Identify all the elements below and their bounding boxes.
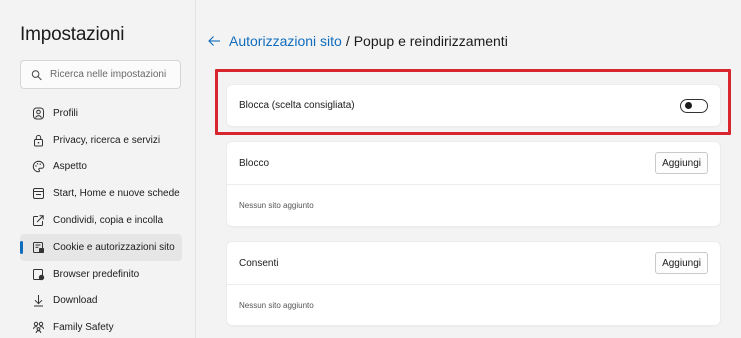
sidebar-nav: Profili Privacy, ricerca e servizi Aspet… — [20, 100, 182, 338]
family-icon — [33, 322, 44, 334]
settings-window: Impostazioni Profili — [0, 0, 741, 338]
sidebar-item-profiles[interactable]: Profili — [20, 100, 182, 127]
sidebar-item-label: Start, Home e nuove schede — [53, 188, 180, 200]
default-browser-icon — [33, 268, 45, 280]
add-allow-site-button[interactable]: Aggiungi — [655, 252, 708, 274]
lock-icon — [34, 134, 43, 147]
allow-list-card: Consenti Aggiungi Nessun sito aggiunto — [227, 242, 720, 325]
sidebar-item-label: Download — [53, 295, 98, 307]
sidebar-item-appearance[interactable]: Aspetto — [20, 154, 182, 181]
sidebar-item-share[interactable]: Condividi, copia e incolla — [20, 207, 182, 234]
block-setting-label: Blocca (scelta consigliata) — [239, 100, 355, 111]
breadcrumb-parent-link[interactable]: Autorizzazioni sito — [229, 33, 342, 49]
breadcrumb: Autorizzazioni sito / Popup e reindirizz… — [207, 33, 508, 49]
sidebar-title: Impostazioni — [20, 24, 125, 45]
back-arrow-icon[interactable] — [207, 34, 221, 48]
sidebar-item-default-browser[interactable]: Browser predefinito — [20, 261, 182, 288]
sidebar-item-label: Condividi, copia e incolla — [53, 215, 164, 227]
block-toggle[interactable] — [680, 98, 708, 113]
sidebar-item-cookies[interactable]: Cookie e autorizzazioni sito — [20, 233, 182, 261]
search-icon — [31, 69, 42, 80]
download-icon — [34, 295, 43, 307]
start-home-icon — [33, 188, 44, 200]
sidebar-item-label: Profili — [53, 107, 79, 119]
block-list-title: Blocco — [239, 157, 270, 169]
sidebar-item-label: Browser predefinito — [53, 268, 140, 280]
main-content: Autorizzazioni sito / Popup e reindirizz… — [197, 0, 741, 338]
sidebar: Impostazioni Profili — [0, 0, 196, 338]
cookie-permissions-icon — [33, 241, 44, 253]
allow-list-title: Consenti — [239, 257, 279, 269]
sidebar-item-family-safety[interactable]: Family Safety — [20, 314, 182, 338]
block-list-empty: Nessun sito aggiunto — [239, 201, 314, 210]
sidebar-item-label: Family Safety — [53, 322, 114, 334]
allow-list-header: Consenti Aggiungi — [227, 242, 720, 284]
sidebar-item-download[interactable]: Download — [20, 288, 182, 315]
breadcrumb-separator: / — [345, 33, 350, 49]
block-list-header: Blocco Aggiungi — [227, 142, 720, 184]
sidebar-item-start-home[interactable]: Start, Home e nuove schede — [20, 180, 182, 207]
palette-icon — [32, 161, 45, 173]
search-input[interactable] — [50, 69, 180, 80]
sidebar-item-label: Cookie e autorizzazioni sito — [53, 241, 175, 253]
toggle-knob — [685, 102, 692, 109]
block-setting-row: Blocca (scelta consigliata) — [227, 85, 720, 126]
search-box[interactable] — [20, 60, 181, 89]
block-setting-card: Blocca (scelta consigliata) — [227, 85, 720, 126]
page-title: Popup e reindirizzamenti — [353, 33, 508, 49]
sidebar-item-privacy[interactable]: Privacy, ricerca e servizi — [20, 127, 182, 154]
add-block-site-button[interactable]: Aggiungi — [655, 152, 708, 174]
sidebar-item-label: Privacy, ricerca e servizi — [53, 134, 161, 146]
profile-icon — [33, 107, 44, 120]
block-list-card: Blocco Aggiungi Nessun sito aggiunto — [227, 142, 720, 226]
allow-list-empty: Nessun sito aggiunto — [239, 300, 314, 310]
sidebar-item-label: Aspetto — [53, 161, 87, 173]
share-icon — [33, 215, 44, 227]
